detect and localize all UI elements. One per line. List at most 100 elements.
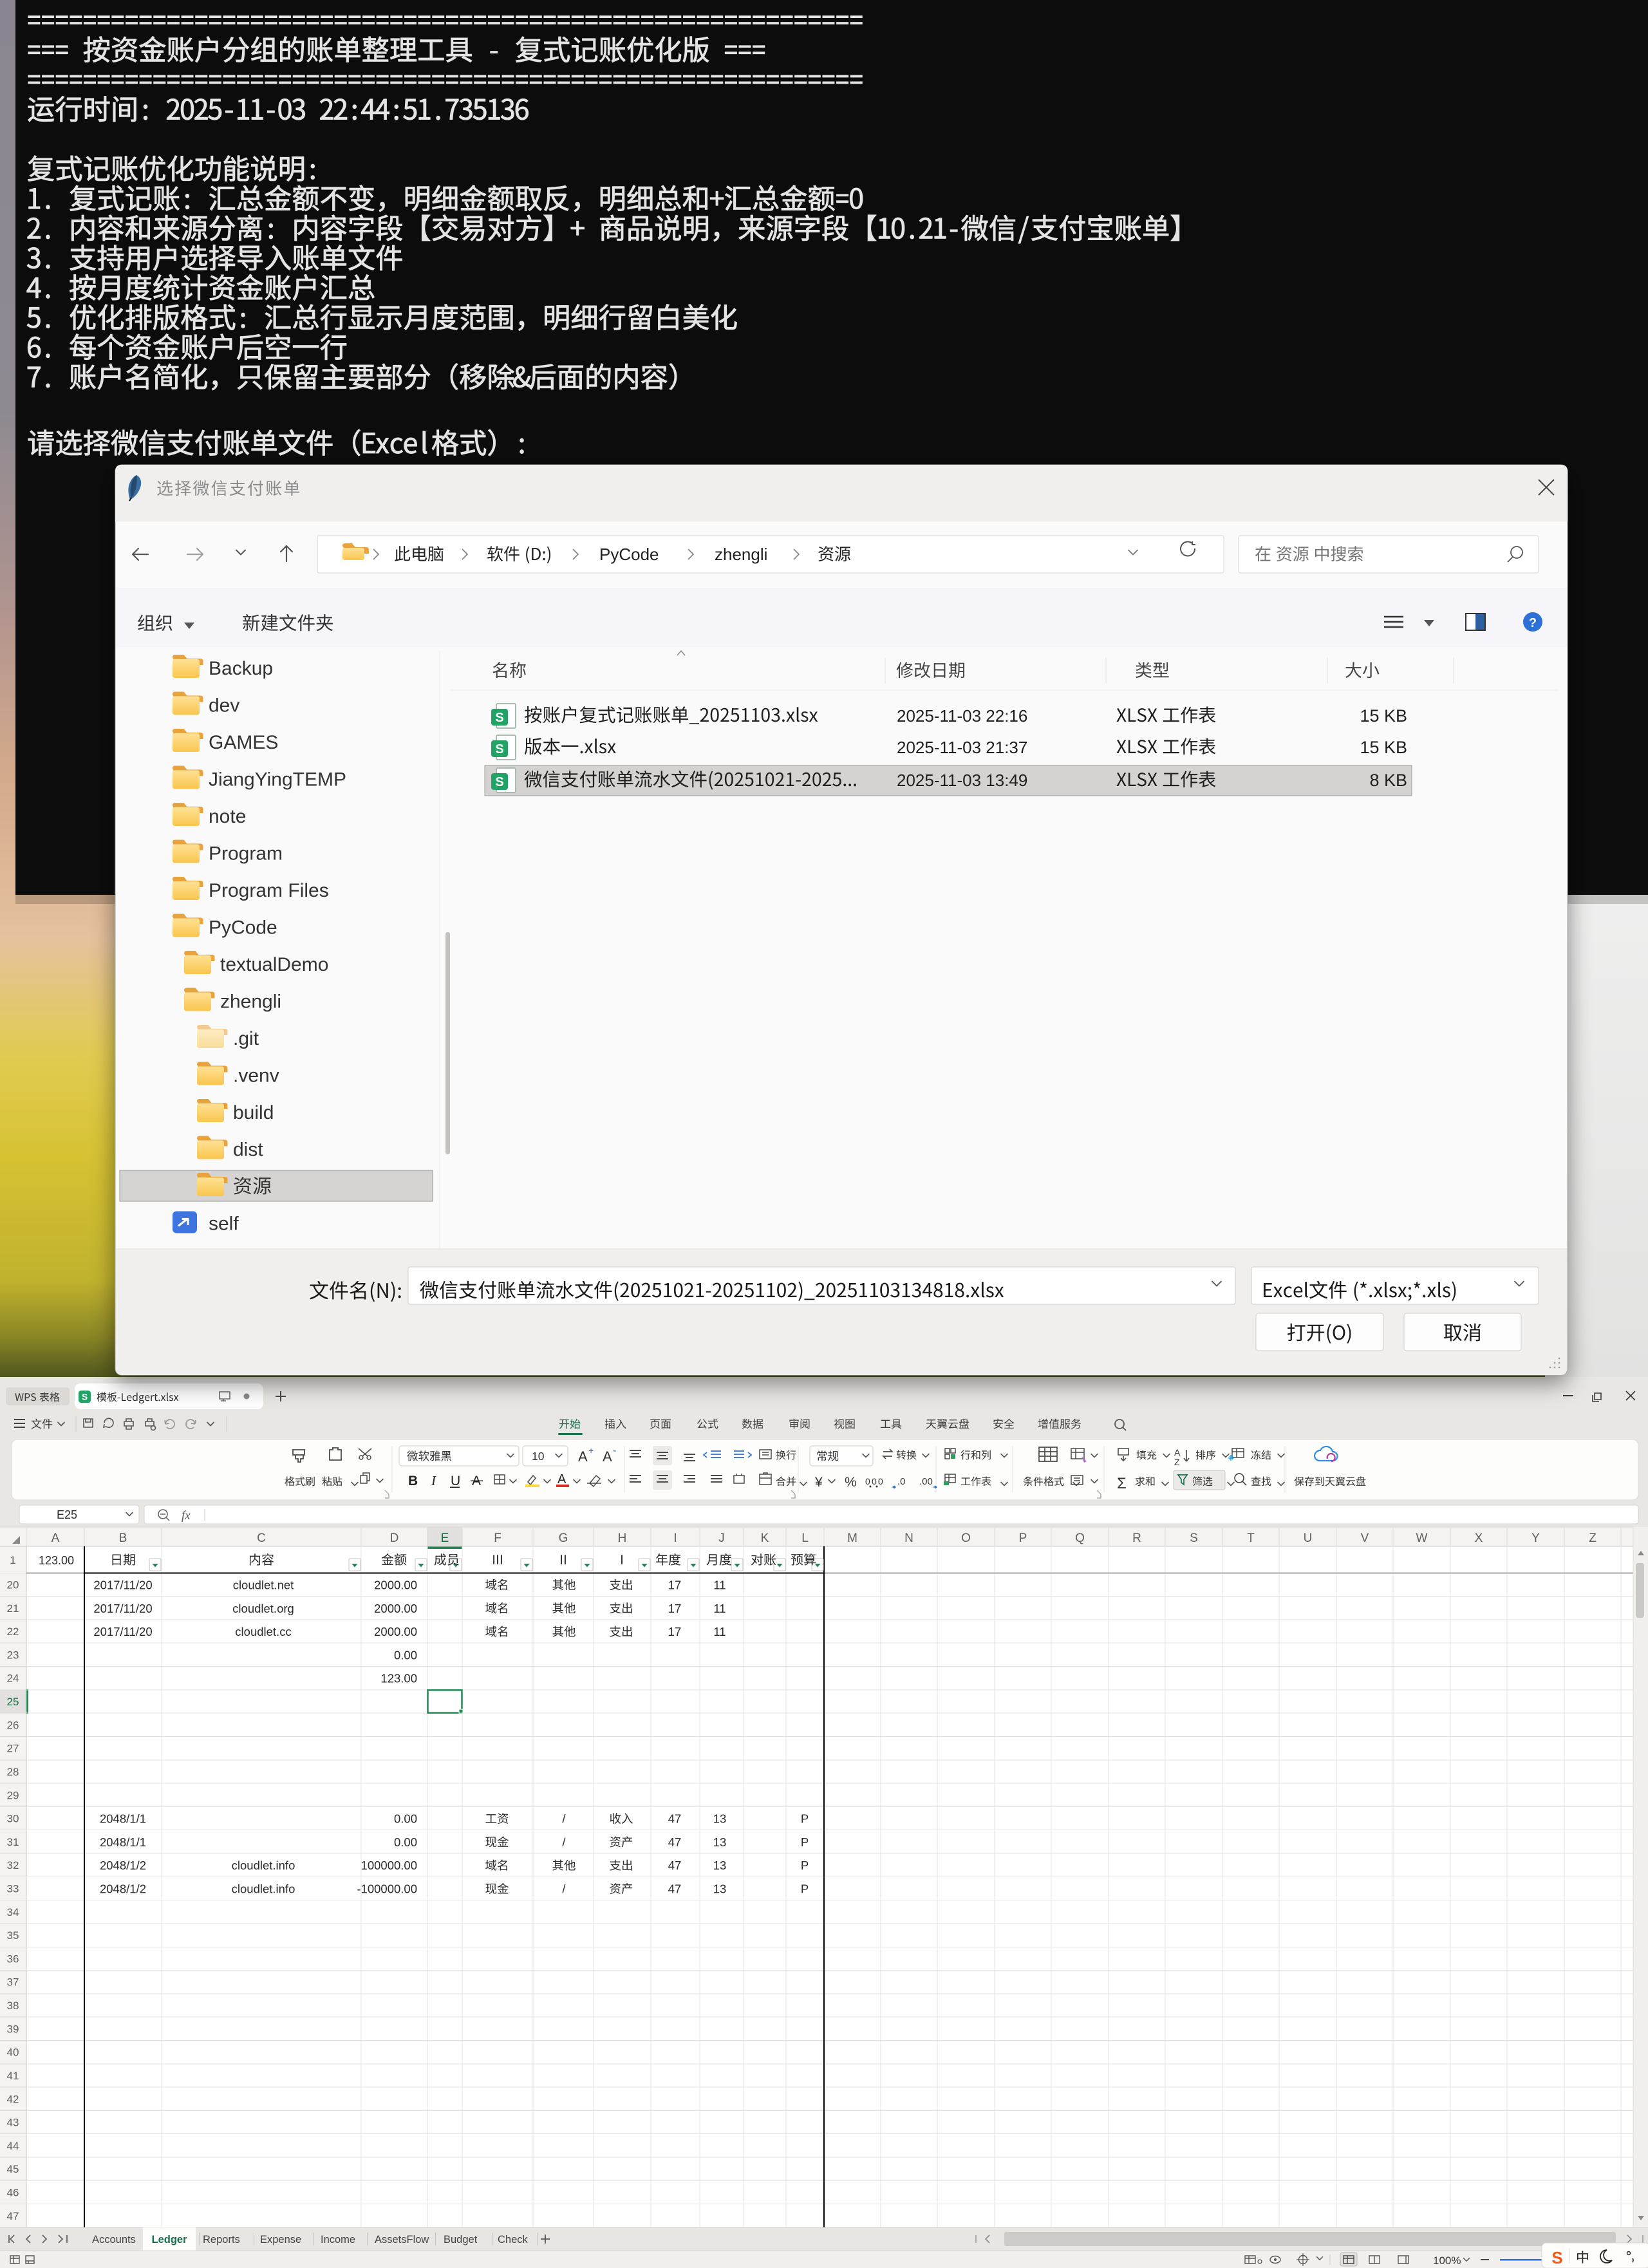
- svg-text:31: 31: [7, 1836, 19, 1848]
- svg-text:PyCode: PyCode: [599, 545, 659, 564]
- svg-text:¥: ¥: [814, 1475, 823, 1490]
- svg-text:123.00: 123.00: [39, 1554, 74, 1567]
- svg-text:P: P: [801, 1835, 809, 1849]
- svg-text:2017/11/20: 2017/11/20: [93, 1578, 152, 1591]
- svg-text:A: A: [603, 1448, 612, 1465]
- svg-text:/: /: [562, 1835, 566, 1849]
- svg-text:26: 26: [7, 1719, 19, 1731]
- svg-text:V: V: [1361, 1532, 1369, 1545]
- svg-text:2000.00: 2000.00: [374, 1602, 417, 1615]
- svg-text:JiangYingTEMP: JiangYingTEMP: [209, 769, 346, 791]
- svg-text:W: W: [1416, 1532, 1428, 1545]
- svg-text:R: R: [1132, 1532, 1141, 1545]
- svg-text:Z: Z: [1174, 1457, 1180, 1467]
- svg-text:X: X: [1475, 1532, 1483, 1545]
- svg-text:O: O: [961, 1532, 971, 1545]
- svg-text:0: 0: [872, 1476, 877, 1486]
- svg-text:P: P: [801, 1812, 809, 1826]
- svg-text:.venv: .venv: [233, 1065, 279, 1087]
- svg-text:20: 20: [7, 1579, 19, 1591]
- svg-text:?: ?: [1529, 616, 1537, 630]
- svg-text:D: D: [390, 1532, 399, 1545]
- svg-text:2048/1/1: 2048/1/1: [100, 1835, 146, 1849]
- svg-text:15 KB: 15 KB: [1360, 738, 1407, 757]
- svg-text:32: 32: [7, 1859, 19, 1871]
- svg-text:GAMES: GAMES: [209, 732, 278, 753]
- svg-text:S: S: [1190, 1532, 1198, 1545]
- svg-text:zhengli: zhengli: [220, 991, 281, 1013]
- svg-text:cloudlet.info: cloudlet.info: [232, 1859, 295, 1872]
- svg-text:A: A: [578, 1448, 588, 1465]
- svg-text:11: 11: [713, 1578, 726, 1591]
- svg-text:24: 24: [7, 1673, 19, 1685]
- svg-text:33: 33: [7, 1882, 19, 1895]
- svg-text:cloudlet.org: cloudlet.org: [232, 1602, 294, 1615]
- svg-text:2025-11-03 13:49: 2025-11-03 13:49: [897, 771, 1027, 790]
- svg-text:Program: Program: [209, 843, 283, 865]
- svg-text:42: 42: [7, 2093, 19, 2105]
- svg-text:S: S: [1551, 2248, 1562, 2267]
- svg-text:13: 13: [713, 1835, 727, 1849]
- svg-text:/: /: [562, 1882, 566, 1895]
- svg-text:zhengli: zhengli: [715, 545, 767, 564]
- svg-text:17: 17: [668, 1602, 682, 1615]
- svg-text:J: J: [718, 1532, 725, 1545]
- svg-text:100%: 100%: [1433, 2254, 1461, 2267]
- svg-text:Income: Income: [321, 2234, 355, 2245]
- svg-text:2048/1/2: 2048/1/2: [100, 1882, 146, 1895]
- svg-text:P: P: [1019, 1532, 1027, 1545]
- svg-text:+: +: [588, 1445, 594, 1456]
- svg-text:47: 47: [668, 1882, 682, 1895]
- svg-text:Budget: Budget: [444, 2234, 478, 2245]
- svg-text:Check: Check: [498, 2234, 529, 2245]
- svg-text:0: 0: [878, 1476, 883, 1486]
- svg-text:cloudlet.info: cloudlet.info: [232, 1882, 295, 1895]
- svg-text:10: 10: [532, 1450, 545, 1463]
- svg-text:2000.00: 2000.00: [374, 1578, 417, 1591]
- svg-text:M: M: [847, 1532, 857, 1545]
- svg-text:30: 30: [7, 1813, 19, 1825]
- svg-text:.0: .0: [897, 1476, 906, 1487]
- svg-text:2025-11-03 21:37: 2025-11-03 21:37: [897, 738, 1027, 757]
- svg-text:A: A: [1174, 1447, 1181, 1457]
- svg-text:1: 1: [10, 1554, 15, 1566]
- svg-text:Σ: Σ: [1117, 1475, 1127, 1492]
- svg-text:39: 39: [7, 2023, 19, 2035]
- svg-text:0: 0: [865, 1476, 870, 1486]
- svg-text:dist: dist: [233, 1139, 263, 1161]
- svg-text:G: G: [559, 1532, 568, 1545]
- svg-text:2048/1/2: 2048/1/2: [100, 1859, 146, 1872]
- svg-text:13: 13: [713, 1812, 727, 1826]
- svg-text:%: %: [845, 1475, 857, 1490]
- svg-text:fx: fx: [182, 1509, 191, 1523]
- svg-text:0.00: 0.00: [394, 1648, 417, 1662]
- svg-text:F: F: [494, 1532, 501, 1545]
- svg-text:44: 44: [7, 2140, 19, 2152]
- svg-text:cloudlet.cc: cloudlet.cc: [235, 1625, 291, 1638]
- svg-text:28: 28: [7, 1766, 19, 1778]
- svg-text:U: U: [1304, 1532, 1313, 1545]
- svg-text:build: build: [233, 1102, 274, 1123]
- svg-text:15 KB: 15 KB: [1360, 706, 1407, 726]
- svg-text:29: 29: [7, 1789, 19, 1801]
- svg-text:Program Files: Program Files: [209, 880, 329, 901]
- svg-text:13: 13: [713, 1882, 727, 1895]
- svg-text:H: H: [618, 1532, 627, 1545]
- svg-text:N: N: [904, 1532, 913, 1545]
- svg-text:PyCode: PyCode: [209, 917, 277, 939]
- svg-text:L: L: [801, 1532, 809, 1545]
- svg-text:2017/11/20: 2017/11/20: [93, 1602, 152, 1615]
- svg-text:B: B: [408, 1474, 418, 1488]
- svg-text:100000.00: 100000.00: [361, 1859, 417, 1872]
- svg-text:22: 22: [7, 1626, 19, 1638]
- svg-text:S: S: [495, 711, 503, 725]
- svg-text:.git: .git: [233, 1028, 259, 1049]
- svg-text:Z: Z: [1589, 1532, 1596, 1545]
- svg-text:27: 27: [7, 1743, 19, 1755]
- svg-text:2000.00: 2000.00: [374, 1625, 417, 1638]
- svg-text:47: 47: [668, 1812, 682, 1826]
- svg-text:2048/1/1: 2048/1/1: [100, 1812, 146, 1826]
- svg-text:47: 47: [668, 1859, 682, 1872]
- svg-text:A: A: [557, 1472, 566, 1486]
- svg-text:textualDemo: textualDemo: [220, 954, 328, 975]
